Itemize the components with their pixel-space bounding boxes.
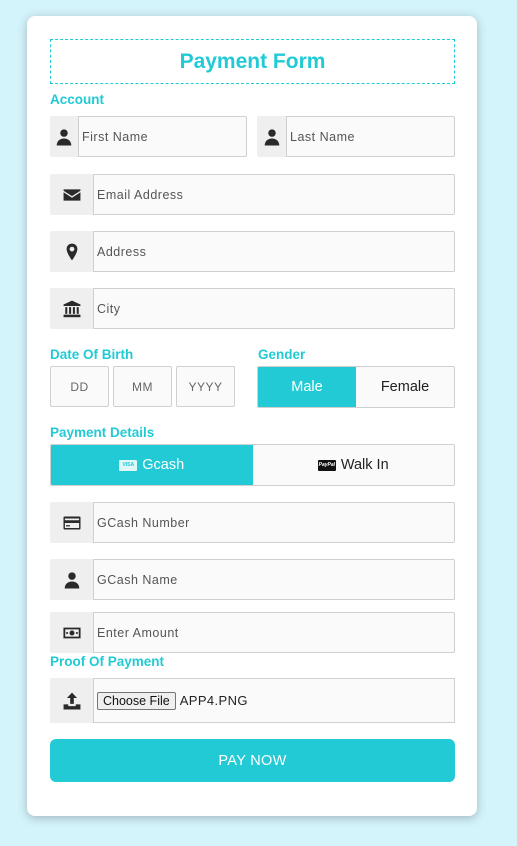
file-input[interactable]: Choose File APP4.PNG bbox=[93, 678, 455, 723]
user-icon bbox=[257, 116, 286, 157]
proof-file-field: Choose File APP4.PNG bbox=[50, 678, 455, 723]
gcash-number-input[interactable] bbox=[93, 502, 455, 543]
gcash-name-field bbox=[50, 559, 455, 600]
gender-female-option[interactable]: Female bbox=[356, 367, 454, 407]
payment-walkin-label: Walk In bbox=[340, 457, 389, 473]
gender-toggle: Male Female bbox=[257, 366, 455, 408]
upload-icon bbox=[50, 678, 93, 723]
map-marker-icon bbox=[50, 231, 93, 272]
first-name-input[interactable] bbox=[78, 116, 247, 157]
dob-month-input[interactable] bbox=[113, 366, 172, 407]
payment-gcash-label: Gcash bbox=[142, 457, 185, 473]
credit-card-icon bbox=[50, 502, 93, 543]
payment-walkin-option[interactable]: PayPal Walk In bbox=[252, 445, 454, 485]
user-icon bbox=[50, 116, 78, 157]
city-input[interactable] bbox=[93, 288, 455, 329]
selected-file-name: APP4.PNG bbox=[179, 693, 248, 708]
amount-input[interactable] bbox=[93, 612, 455, 653]
dob-year-input[interactable] bbox=[176, 366, 235, 407]
form-title: Payment Form bbox=[50, 39, 455, 84]
dob-day-input[interactable] bbox=[50, 366, 109, 407]
card-icon: VISA bbox=[119, 459, 138, 471]
last-name-field bbox=[257, 116, 455, 157]
last-name-input[interactable] bbox=[286, 116, 455, 157]
envelope-icon bbox=[50, 174, 93, 215]
first-name-field bbox=[50, 116, 247, 157]
city-field bbox=[50, 288, 455, 329]
amount-field bbox=[50, 612, 455, 653]
dob-label: Date Of Birth bbox=[50, 347, 134, 362]
address-input[interactable] bbox=[93, 231, 455, 272]
account-section-label: Account bbox=[50, 92, 104, 107]
money-bill-icon bbox=[50, 612, 93, 653]
gender-male-option[interactable]: Male bbox=[258, 367, 356, 407]
form-title-text: Payment Form bbox=[179, 49, 326, 73]
payment-method-toggle: VISA Gcash PayPal Walk In bbox=[50, 444, 455, 486]
payment-gcash-option[interactable]: VISA Gcash bbox=[51, 445, 253, 485]
gender-label: Gender bbox=[258, 347, 306, 362]
bank-icon bbox=[50, 288, 93, 329]
paypal-icon: PayPal bbox=[317, 459, 336, 471]
email-field bbox=[50, 174, 455, 215]
gcash-name-input[interactable] bbox=[93, 559, 455, 600]
user-icon bbox=[50, 559, 93, 600]
gcash-number-field bbox=[50, 502, 455, 543]
choose-file-button[interactable]: Choose File bbox=[97, 691, 176, 710]
proof-of-payment-label: Proof Of Payment bbox=[50, 654, 165, 669]
pay-now-button[interactable]: PAY NOW bbox=[50, 739, 455, 782]
payment-details-label: Payment Details bbox=[50, 425, 155, 440]
email-input[interactable] bbox=[93, 174, 455, 215]
address-field bbox=[50, 231, 455, 272]
payment-form-card: Payment Form Account Date Of bbox=[27, 16, 477, 816]
